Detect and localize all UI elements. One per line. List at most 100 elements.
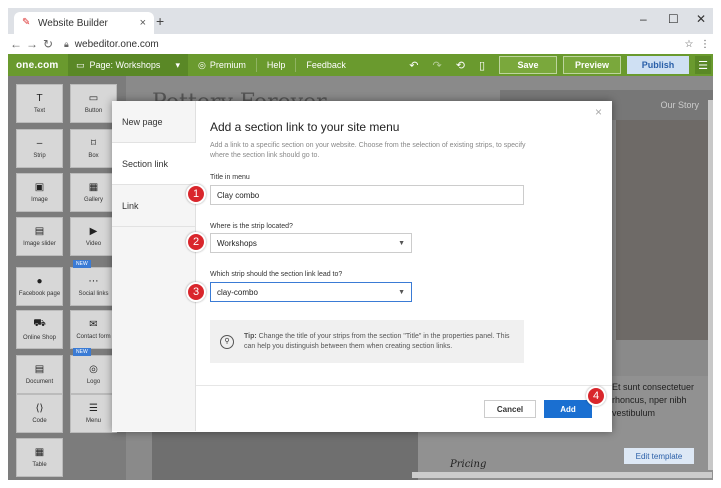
- widget-table[interactable]: ▦ Table: [16, 438, 63, 477]
- save-button[interactable]: Save: [499, 56, 557, 74]
- lock-icon: 🔒︎: [64, 38, 69, 49]
- cancel-button[interactable]: Cancel: [484, 400, 536, 418]
- browser-tab-bar: ✎ Website Builder × + – ☐ ✕: [8, 8, 713, 34]
- dialog-nav: New page Section link Link: [112, 101, 196, 431]
- widget-gallery[interactable]: ▦ Gallery: [70, 173, 117, 212]
- widget-code[interactable]: ⟨⟩ Code: [16, 394, 63, 433]
- help-link[interactable]: Help: [257, 58, 297, 72]
- widget-document[interactable]: ▤ Document: [16, 355, 63, 394]
- button-icon: ▭: [88, 93, 99, 104]
- strip-target-select[interactable]: clay-combo ▼: [210, 282, 412, 302]
- widget-contact-form[interactable]: ✉ Contact form: [70, 310, 117, 349]
- nav-section-link[interactable]: Section link: [112, 143, 196, 185]
- social-links-icon: ⋯: [88, 276, 99, 287]
- pencil-icon: ✎: [22, 17, 31, 28]
- edit-template-button[interactable]: Edit template: [624, 448, 694, 464]
- strip-target-label: Which strip should the section link lead…: [210, 271, 343, 278]
- section-link-dialog: New page Section link Link × Add a secti…: [112, 101, 612, 432]
- pricing-heading: Pricing: [450, 459, 487, 470]
- widget-text[interactable]: T Text: [16, 84, 63, 123]
- title-in-menu-input[interactable]: Clay combo: [210, 185, 524, 205]
- code-icon: ⟨⟩: [35, 403, 44, 414]
- maximize-button[interactable]: ☐: [668, 12, 679, 26]
- widget-logo[interactable]: NEW ◎ Logo: [70, 348, 117, 394]
- video-icon: ▶: [89, 226, 98, 237]
- strip-location-select[interactable]: Workshops ▼: [210, 233, 412, 253]
- forward-icon[interactable]: →: [24, 37, 40, 51]
- caret-down-icon: ▼: [398, 239, 405, 247]
- page-selector[interactable]: ▭ Page: Workshops ▾: [68, 54, 188, 76]
- preview-button[interactable]: Preview: [563, 56, 621, 74]
- widget-sidebar: T Text ▭ Button – Strip ⌑ Box ▣ Image ▦ Galler…: [8, 76, 126, 480]
- url-text: webeditor.one.com: [74, 38, 159, 50]
- logo: one.com: [16, 59, 59, 71]
- hamburger-menu-icon[interactable]: ☰: [695, 56, 711, 74]
- history-icon[interactable]: ⟲: [456, 59, 465, 72]
- bookmark-star-icon[interactable]: ☆: [681, 39, 697, 50]
- step-marker-3: 3: [186, 282, 206, 302]
- document-icon: ▤: [34, 364, 45, 375]
- close-window-button[interactable]: ✕: [696, 12, 706, 26]
- menu-icon: ☰: [89, 403, 98, 414]
- step-marker-1: 1: [186, 184, 206, 204]
- site-photo: [616, 120, 713, 340]
- dialog-description: Add a link to a specific section on your…: [210, 142, 526, 159]
- widget-box[interactable]: ⌑ Box: [70, 129, 117, 168]
- image-icon: ▣: [34, 182, 45, 193]
- publish-button[interactable]: Publish: [627, 56, 689, 74]
- widget-facebook-page[interactable]: ● Facebook page: [16, 267, 63, 306]
- close-icon[interactable]: ×: [595, 105, 602, 119]
- widget-strip[interactable]: – Strip: [16, 129, 63, 168]
- widget-button[interactable]: ▭ Button: [70, 84, 117, 123]
- widget-image-slider[interactable]: ▤ Image slider: [16, 217, 63, 256]
- title-in-menu-label: Title in menu: [210, 174, 250, 181]
- image-slider-icon: ▤: [34, 226, 45, 237]
- step-marker-4: 4: [586, 386, 606, 406]
- nav-new-page[interactable]: New page: [112, 101, 195, 143]
- redo-icon[interactable]: ↷: [433, 59, 442, 72]
- table-icon: ▦: [34, 447, 45, 458]
- tab-title: Website Builder: [38, 17, 108, 29]
- feedback-link[interactable]: Feedback: [296, 58, 356, 72]
- caret-down-icon: ▾: [175, 59, 180, 70]
- gallery-icon: ▦: [88, 182, 99, 193]
- premium-link[interactable]: ◎ Premium: [188, 58, 257, 72]
- widget-video[interactable]: ▶ Video: [70, 217, 117, 256]
- contact-form-icon: ✉: [89, 319, 98, 330]
- check-circle-icon: ◎: [198, 59, 206, 70]
- new-tab-button[interactable]: +: [156, 13, 164, 29]
- facebook-icon: ●: [36, 276, 43, 287]
- vertical-scrollbar[interactable]: [708, 100, 713, 470]
- mobile-view-icon[interactable]: ▯: [479, 59, 485, 72]
- back-icon[interactable]: ←: [8, 37, 24, 51]
- site-body-text: Et sunt consectetuer rhoncus, nper nibh …: [612, 382, 695, 418]
- browser-menu-icon[interactable]: ⋮: [697, 39, 713, 50]
- widget-social-links[interactable]: NEW ⋯ Social links: [70, 260, 117, 306]
- box-icon: ⌑: [90, 138, 97, 149]
- dialog-footer: Cancel Add: [196, 385, 612, 432]
- tip-box: ⚲ Tip: Change the title of your strips f…: [210, 320, 524, 363]
- step-marker-2: 2: [186, 232, 206, 252]
- widget-menu[interactable]: ☰ Menu: [70, 394, 117, 433]
- editor-toolbar: one.com ▭ Page: Workshops ▾ ◎ Premium Hel…: [8, 54, 713, 76]
- add-button[interactable]: Add: [544, 400, 592, 418]
- lightbulb-icon: ⚲: [220, 334, 234, 349]
- horizontal-scrollbar[interactable]: [412, 472, 712, 478]
- page-icon: ▭: [76, 59, 85, 70]
- strip-location-label: Where is the strip located?: [210, 223, 293, 230]
- caret-down-icon: ▼: [398, 288, 405, 296]
- undo-icon[interactable]: ↶: [409, 59, 418, 72]
- browser-tab[interactable]: ✎ Website Builder ×: [14, 12, 154, 34]
- new-badge: NEW: [73, 260, 91, 268]
- reload-icon[interactable]: ↻: [40, 37, 56, 51]
- cart-icon: ⛟: [33, 318, 46, 329]
- text-icon: T: [36, 93, 43, 104]
- minimize-button[interactable]: –: [640, 12, 647, 26]
- widget-online-shop[interactable]: ⛟ Online Shop: [16, 310, 63, 349]
- url-field[interactable]: 🔒︎ webeditor.one.com: [64, 39, 681, 50]
- logo-icon: ◎: [89, 364, 98, 375]
- strip-icon: –: [36, 138, 43, 149]
- close-tab-icon[interactable]: ×: [140, 17, 146, 29]
- nav-link[interactable]: Link: [112, 185, 195, 227]
- widget-image[interactable]: ▣ Image: [16, 173, 63, 212]
